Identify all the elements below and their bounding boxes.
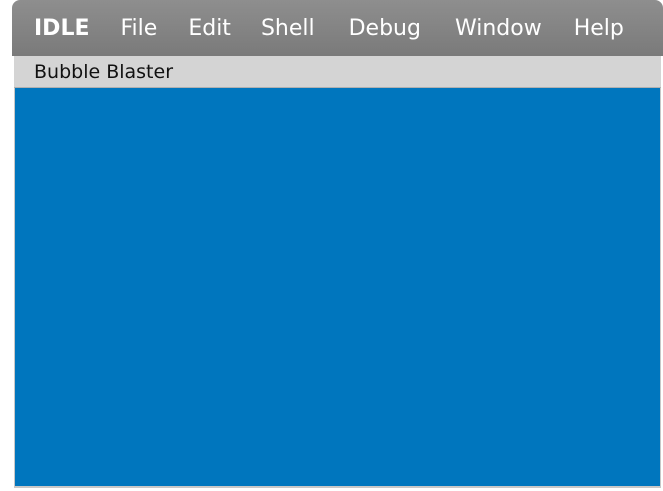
menu-help[interactable]: Help [574, 16, 624, 41]
menu-edit[interactable]: Edit [188, 16, 231, 41]
app-frame: IDLE File Edit Shell Debug Window Help B… [12, 0, 663, 491]
game-canvas[interactable] [14, 88, 661, 488]
menu-shell[interactable]: Shell [261, 16, 315, 41]
menu-window[interactable]: Window [455, 16, 542, 41]
menu-idle[interactable]: IDLE [34, 16, 90, 41]
window-title: Bubble Blaster [34, 60, 174, 83]
window-title-bar[interactable]: Bubble Blaster [14, 56, 661, 88]
menu-file[interactable]: File [121, 16, 158, 41]
menu-bar: IDLE File Edit Shell Debug Window Help [12, 0, 663, 56]
menu-debug[interactable]: Debug [349, 16, 421, 41]
